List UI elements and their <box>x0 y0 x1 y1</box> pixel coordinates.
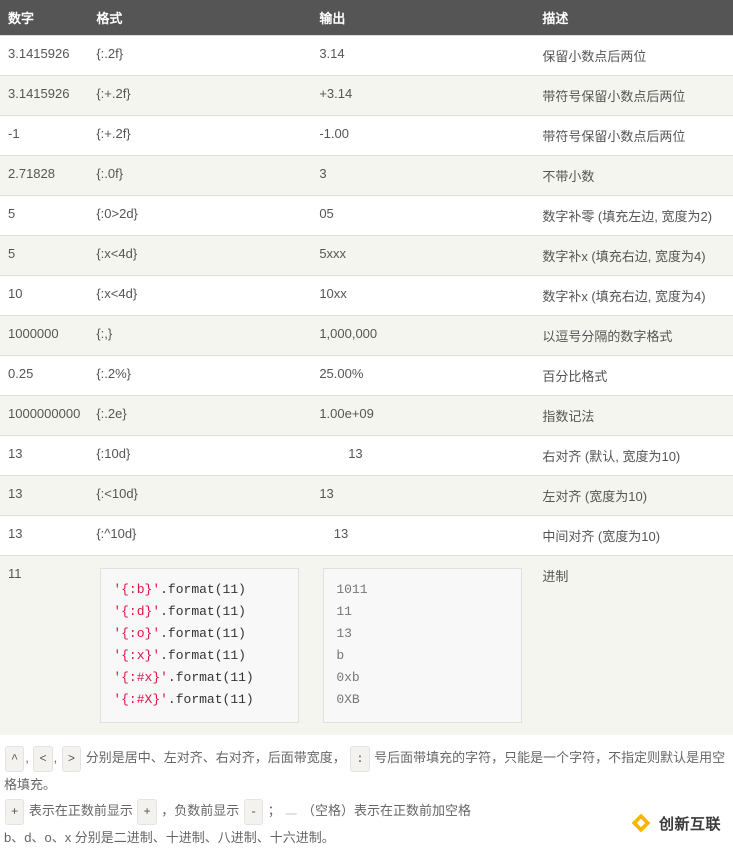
cell-output: 1,000,000 <box>311 316 534 356</box>
cell-desc: 右对齐 (默认, 宽度为10) <box>534 436 733 476</box>
cell-format: {:.2f} <box>88 36 311 76</box>
cell-number: 1000000000 <box>0 396 88 436</box>
cell-output: 13 <box>311 436 534 476</box>
cell-desc: 百分比格式 <box>534 356 733 396</box>
cell-output: -1.00 <box>311 116 534 156</box>
cell-format: {:+.2f} <box>88 116 311 156</box>
cell-number: 13 <box>0 436 88 476</box>
header-number: 数字 <box>0 0 88 36</box>
cell-desc: 带符号保留小数点后两位 <box>534 116 733 156</box>
code-box-format: '{:b}'.format(11)'{:d}'.format(11)'{:o}'… <box>100 568 299 723</box>
cell-output-code: 10111113b0xb0XB <box>311 556 534 735</box>
cell-format-code: '{:b}'.format(11)'{:d}'.format(11)'{:o}'… <box>88 556 311 735</box>
cell-output: +3.14 <box>311 76 534 116</box>
note-text: 表示在正数前显示 <box>29 803 133 818</box>
chip-space <box>285 813 297 815</box>
table-row: 13{:10d} 13右对齐 (默认, 宽度为10) <box>0 436 733 476</box>
table-row: 5{:0>2d}05数字补零 (填充左边, 宽度为2) <box>0 196 733 236</box>
cell-format: {:10d} <box>88 436 311 476</box>
cell-desc: 不带小数 <box>534 156 733 196</box>
cell-desc: 进制 <box>534 556 733 735</box>
cell-number: 5 <box>0 236 88 276</box>
cell-output: 25.00% <box>311 356 534 396</box>
table-row: 13{:<10d}13左对齐 (宽度为10) <box>0 476 733 516</box>
table-row: 3.1415926{:+.2f}+3.14带符号保留小数点后两位 <box>0 76 733 116</box>
cell-output: 5xxx <box>311 236 534 276</box>
cell-output: 05 <box>311 196 534 236</box>
chip-plus: + <box>5 799 24 825</box>
cell-number: 5 <box>0 196 88 236</box>
cell-desc: 数字补x (填充右边, 宽度为4) <box>534 276 733 316</box>
table-row: -1{:+.2f}-1.00带符号保留小数点后两位 <box>0 116 733 156</box>
header-output: 输出 <box>311 0 534 36</box>
table-row: 5{:x<4d}5xxx数字补x (填充右边, 宽度为4) <box>0 236 733 276</box>
cell-number: 10 <box>0 276 88 316</box>
cell-number: 2.71828 <box>0 156 88 196</box>
cell-number: 11 <box>0 556 88 735</box>
cell-format: {:^10d} <box>88 516 311 556</box>
cell-desc: 左对齐 (宽度为10) <box>534 476 733 516</box>
cell-number: 3.1415926 <box>0 76 88 116</box>
cell-desc: 数字补x (填充右边, 宽度为4) <box>534 236 733 276</box>
cell-output: 13 <box>311 476 534 516</box>
cell-format: {:+.2f} <box>88 76 311 116</box>
cell-desc: 以逗号分隔的数字格式 <box>534 316 733 356</box>
chip-lt: < <box>33 746 52 772</box>
cell-number: 13 <box>0 516 88 556</box>
cell-number: 0.25 <box>0 356 88 396</box>
code-box-output: 10111113b0xb0XB <box>323 568 522 723</box>
cell-desc: 带符号保留小数点后两位 <box>534 76 733 116</box>
chip-minus: - <box>244 799 263 825</box>
cell-format: {:x<4d} <box>88 276 311 316</box>
cell-desc: 中间对齐 (宽度为10) <box>534 516 733 556</box>
note-text: 分别是居中、左对齐、右对齐，后面带宽度， <box>86 750 346 765</box>
cell-number: 13 <box>0 476 88 516</box>
header-desc: 描述 <box>534 0 733 36</box>
chip-gt: > <box>62 746 81 772</box>
note-line-1: ^, <, > 分别是居中、左对齐、右对齐，后面带宽度， : 号后面带填充的字符… <box>4 745 729 798</box>
note-line-3: b、d、o、x 分别是二进制、十进制、八进制、十六进制。 <box>4 825 729 851</box>
cell-output: 13 <box>311 516 534 556</box>
table-row: 1000000{:,}1,000,000以逗号分隔的数字格式 <box>0 316 733 356</box>
table-row: 10{:x<4d}10xx数字补x (填充右边, 宽度为4) <box>0 276 733 316</box>
chip-caret: ^ <box>5 746 24 772</box>
cell-number: 3.1415926 <box>0 36 88 76</box>
cell-format: {:.2e} <box>88 396 311 436</box>
cell-output: 3 <box>311 156 534 196</box>
cell-format: {:0>2d} <box>88 196 311 236</box>
cell-desc: 保留小数点后两位 <box>534 36 733 76</box>
table-row: 0.25{:.2%}25.00%百分比格式 <box>0 356 733 396</box>
note-line-2: + 表示在正数前显示 + ，负数前显示 - ； （空格）表示在正数前加空格 <box>4 798 729 825</box>
note-text: ； <box>268 803 281 818</box>
table-row: 1000000000{:.2e}1.00e+09指数记法 <box>0 396 733 436</box>
format-table: 数字 格式 输出 描述 3.1415926{:.2f}3.14保留小数点后两位3… <box>0 0 733 735</box>
cell-format: {:<10d} <box>88 476 311 516</box>
cell-output: 3.14 <box>311 36 534 76</box>
cell-format: {:.0f} <box>88 156 311 196</box>
chip-colon: : <box>350 746 369 772</box>
cell-output: 10xx <box>311 276 534 316</box>
cell-desc: 指数记法 <box>534 396 733 436</box>
table-row: 3.1415926{:.2f}3.14保留小数点后两位 <box>0 36 733 76</box>
header-format: 格式 <box>88 0 311 36</box>
table-row: 2.71828{:.0f}3不带小数 <box>0 156 733 196</box>
cell-output: 1.00e+09 <box>311 396 534 436</box>
cell-format: {:,} <box>88 316 311 356</box>
cell-format: {:x<4d} <box>88 236 311 276</box>
cell-desc: 数字补零 (填充左边, 宽度为2) <box>534 196 733 236</box>
cell-number: 1000000 <box>0 316 88 356</box>
chip-plus2: + <box>137 799 156 825</box>
table-row: 13{:^10d} 13中间对齐 (宽度为10) <box>0 516 733 556</box>
cell-format: {:.2%} <box>88 356 311 396</box>
cell-number: -1 <box>0 116 88 156</box>
note-text: ，负数前显示 <box>161 803 239 818</box>
notes-section: ^, <, > 分别是居中、左对齐、右对齐，后面带宽度， : 号后面带填充的字符… <box>0 745 733 851</box>
table-row-code: 11'{:b}'.format(11)'{:d}'.format(11)'{:o… <box>0 556 733 735</box>
note-text: （空格）表示在正数前加空格 <box>302 803 471 818</box>
